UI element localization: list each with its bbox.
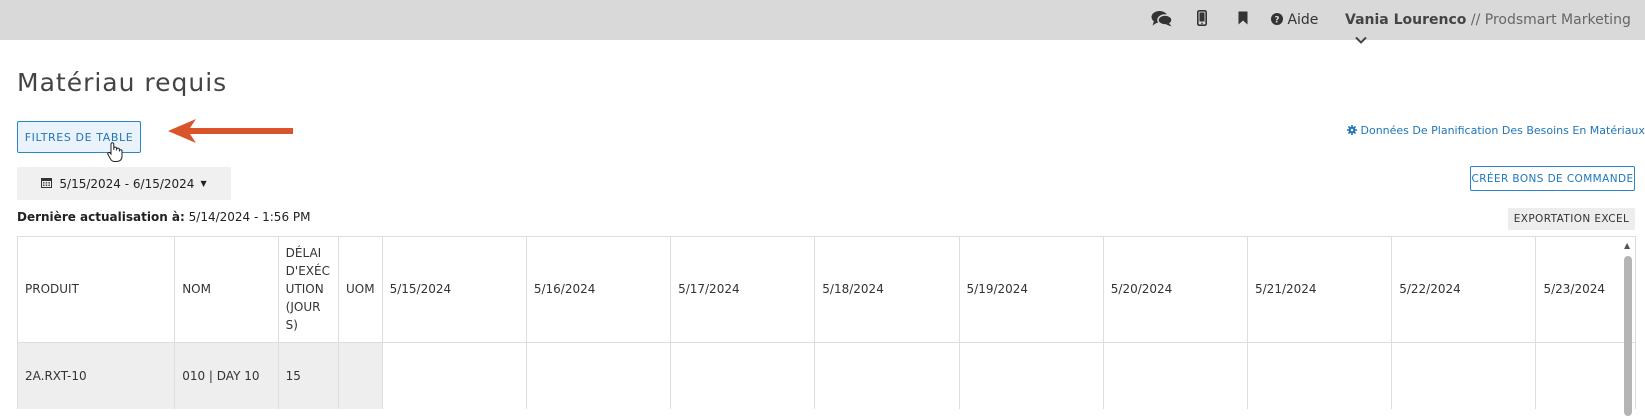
help-link[interactable]: ? Aide	[1271, 10, 1318, 30]
page-title: Matériau requis	[17, 68, 228, 97]
table-cell	[959, 342, 1104, 409]
column-header[interactable]: 5/22/2024	[1391, 237, 1537, 343]
excel-export-button[interactable]: EXPORTATION EXCEL	[1508, 208, 1635, 230]
column-header[interactable]: DÉLAI D'EXÉCUTION (JOURS)	[278, 237, 340, 343]
user-name: Vania Lourenco	[1345, 12, 1467, 28]
table-cell	[670, 342, 816, 409]
table-row[interactable]: 2A.RXT-10 010 | DAY 10 15	[18, 342, 1636, 409]
column-header[interactable]: 5/15/2024	[382, 237, 527, 343]
table-cell	[1247, 342, 1393, 409]
svg-text:?: ?	[1274, 16, 1279, 26]
table-cell: 2A.RXT-10	[18, 342, 176, 409]
annotation-arrow-icon	[168, 119, 293, 143]
create-purchase-orders-button[interactable]: CRÉER BONS DE COMMANDE	[1470, 166, 1635, 191]
hand-cursor-icon	[107, 142, 123, 162]
column-header[interactable]: PRODUIT	[18, 237, 176, 343]
user-separator: //	[1470, 12, 1481, 28]
table-cell: 15	[278, 342, 340, 409]
table-scrollbar[interactable]: ▲	[1621, 241, 1635, 416]
column-header[interactable]: 5/17/2024	[670, 237, 816, 343]
scroll-up-icon[interactable]: ▲	[1624, 241, 1630, 250]
table-cell	[382, 342, 527, 409]
table-cell	[814, 342, 960, 409]
column-header[interactable]: UOM	[338, 237, 383, 343]
table-cell: 010 | DAY 10	[174, 342, 279, 409]
column-header[interactable]: 5/20/2024	[1103, 237, 1249, 343]
help-label: Aide	[1287, 12, 1319, 28]
chevron-down-icon	[1355, 30, 1367, 50]
comments-icon[interactable]	[1151, 10, 1173, 33]
calendar-icon	[41, 177, 53, 191]
scrollbar-thumb[interactable]	[1624, 256, 1632, 416]
column-header[interactable]: 5/21/2024	[1247, 237, 1393, 343]
table-cell	[1103, 342, 1249, 409]
organization-name: Prodsmart Marketing	[1484, 12, 1631, 28]
column-header[interactable]: 5/19/2024	[959, 237, 1104, 343]
last-update-value: 5/14/2024 - 1:56 PM	[188, 210, 311, 224]
table-cell	[526, 342, 672, 409]
last-update: Dernière actualisation à: 5/14/2024 - 1:…	[17, 210, 310, 224]
gear-icon	[1347, 125, 1357, 135]
required-material-table: PRODUIT NOM DÉLAI D'EXÉCUTION (JOURS) UO…	[17, 236, 1636, 409]
date-range-picker[interactable]: 5/15/2024 - 6/15/2024 ▼	[17, 167, 231, 200]
question-circle-icon: ?	[1271, 13, 1283, 26]
top-navbar: ? Aide Vania Lourenco // Prodsmart Marke…	[0, 0, 1645, 44]
table-cell	[1391, 342, 1537, 409]
column-header[interactable]: 5/18/2024	[814, 237, 960, 343]
caret-down-icon: ▼	[200, 179, 207, 188]
user-menu[interactable]: Vania Lourenco // Prodsmart Marketing	[1345, 10, 1645, 50]
bookmark-icon[interactable]	[1238, 10, 1248, 30]
column-header[interactable]: NOM	[174, 237, 279, 343]
table-header-row: PRODUIT NOM DÉLAI D'EXÉCUTION (JOURS) UO…	[18, 237, 1636, 343]
date-range-value: 5/15/2024 - 6/15/2024	[59, 176, 195, 191]
mrp-link-label: Données De Planification Des Besoins En …	[1360, 124, 1645, 137]
last-update-label: Dernière actualisation à:	[17, 210, 185, 224]
table-cell	[338, 342, 383, 409]
column-header[interactable]: 5/16/2024	[526, 237, 672, 343]
mobile-phone-icon[interactable]	[1197, 10, 1207, 31]
mrp-data-link[interactable]: Données De Planification Des Besoins En …	[1347, 124, 1645, 137]
